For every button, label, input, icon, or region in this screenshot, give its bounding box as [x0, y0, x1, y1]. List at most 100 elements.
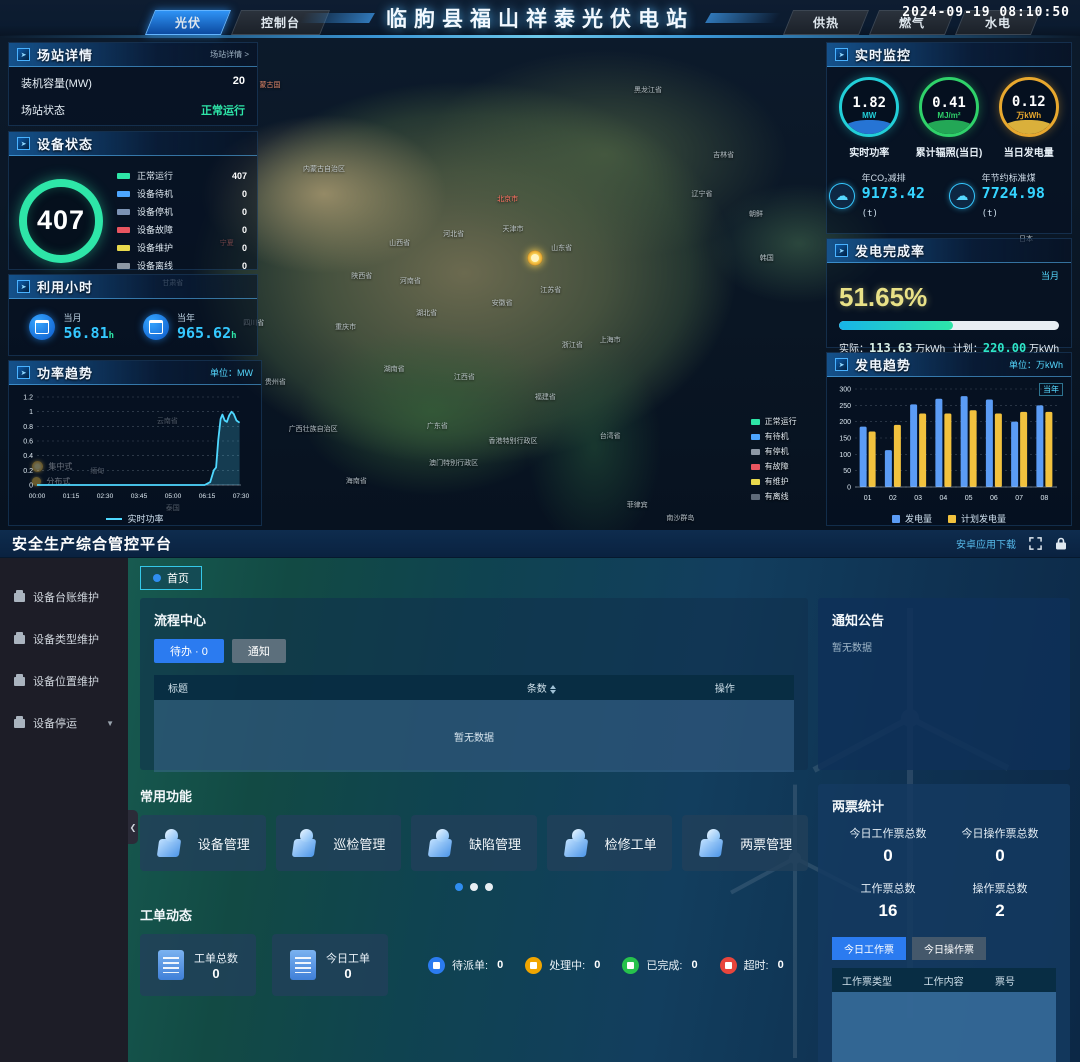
station-sun-marker-icon[interactable]: [527, 250, 543, 266]
status-chip-处理中: 处理中:0: [525, 957, 600, 974]
android-download-link[interactable]: 安卓应用下载: [956, 536, 1016, 551]
tab-home[interactable]: 首页: [140, 566, 202, 590]
map-label-province: 吉林省: [713, 150, 734, 160]
process-tab-通知[interactable]: 通知: [232, 639, 286, 663]
fullscreen-icon[interactable]: [1028, 537, 1042, 551]
status-chip-已完成: 已完成:0: [622, 957, 697, 974]
panel-completion: 发电完成率 当月 51.65% 实际：113.63 万kWh 计划：220.00…: [826, 238, 1072, 348]
chart-legend-item: 计划发电量: [948, 512, 1006, 525]
sidebar-item-设备位置维护[interactable]: 设备位置维护: [0, 664, 128, 698]
map-status-legend-label: 正常运行: [765, 416, 797, 427]
process-empty-state: 暂无数据: [154, 700, 794, 772]
header-tab-光伏[interactable]: 光伏: [145, 10, 231, 35]
ticket-stat-value: 0: [944, 846, 1056, 866]
gauge-label: 累计辐照(当日): [916, 144, 983, 159]
map-label-province: 北京市: [497, 194, 518, 204]
sort-icon[interactable]: [550, 685, 556, 694]
device-legend-item: 设备离线0: [117, 259, 247, 272]
function-card-缺陷管理[interactable]: 缺陷管理: [411, 815, 537, 871]
ticket-stat-今日操作票总数: 今日操作票总数0: [944, 825, 1056, 866]
sidebar-collapse-handle[interactable]: ❮: [128, 810, 138, 844]
process-column-操作[interactable]: 操作: [670, 680, 780, 695]
panel-station-detail: 场站详情 场站详情 > 装机容量(MW)20场站状态正常运行: [8, 42, 258, 126]
map-status-legend-label: 有维护: [765, 476, 789, 487]
process-tab-待办 · 0[interactable]: 待办 · 0: [154, 639, 224, 663]
chart-legend-item: 发电量: [892, 512, 932, 525]
device-legend-item: 设备停机0: [117, 205, 247, 218]
map-status-legend-item: 有维护: [751, 476, 797, 487]
sidebar-item-设备类型维护[interactable]: 设备类型维护: [0, 622, 128, 656]
svg-text:08: 08: [1040, 495, 1048, 502]
carousel-dot-1[interactable]: [455, 883, 463, 891]
completion-percent: 51.65%: [839, 282, 1059, 313]
legend-swatch-icon: [117, 209, 130, 215]
eco-label: 年CO₂减排: [862, 171, 949, 184]
page-title: 临朐县福山祥泰光伏电站: [386, 3, 694, 33]
svg-text:0.8: 0.8: [23, 424, 33, 431]
panel-arrow-icon: [17, 48, 30, 61]
utilization-unit: h: [231, 331, 236, 341]
gauge-ring-icon: 0.41MJ/m²: [919, 77, 979, 137]
device-total-value: 407: [37, 205, 85, 236]
device-legend-value: 0: [242, 261, 247, 271]
panel-generation-trend: 发电趋势 单位：万kWh 当年 050100150200250300010203…: [826, 352, 1072, 526]
sidebar-item-设备停运[interactable]: 设备停运▼: [0, 706, 128, 740]
station-detail-link[interactable]: 场站详情 >: [210, 49, 249, 60]
function-card-检修工单[interactable]: 检修工单: [547, 815, 673, 871]
map-status-legend-item: 有离线: [751, 491, 797, 502]
map-label-province: 重庆市: [335, 322, 356, 332]
process-column-条数[interactable]: 条数: [413, 680, 670, 695]
eco-stat: ☁年节约标准煤7724.98 (t): [949, 171, 1069, 220]
gauge-label: 当日发电量: [1004, 144, 1054, 159]
legend-swatch-icon: [892, 515, 900, 523]
sidebar-item-label: 设备位置维护: [33, 673, 99, 689]
carousel-dot-3[interactable]: [485, 883, 493, 891]
panel-utilization: 利用小时 当月56.81h当年965.62h: [8, 274, 258, 356]
panel-arrow-icon: [835, 48, 848, 61]
panel-arrow-icon: [17, 137, 30, 150]
map-label-province: 贵州省: [265, 377, 286, 387]
document-icon: [290, 950, 316, 980]
generation-trend-title: 发电趋势: [855, 355, 911, 374]
completion-period-tag: 当月: [839, 269, 1059, 282]
panel-arrow-icon: [835, 358, 848, 371]
svg-text:05:00: 05:00: [165, 493, 182, 500]
tickets-card: 两票统计 今日工作票总数0今日操作票总数0工作票总数16操作票总数2 今日工作票…: [818, 784, 1070, 1062]
map-label-province: 陕西省: [351, 271, 372, 281]
carousel-dot-2[interactable]: [470, 883, 478, 891]
ticket-tab-今日操作票[interactable]: 今日操作票: [912, 937, 986, 960]
generation-trend-period-tag[interactable]: 当年: [1039, 383, 1063, 396]
sidebar-item-设备台账维护[interactable]: 设备台账维护: [0, 580, 128, 614]
power-trend-chart: 00.20.40.60.811.200:0001:1502:3003:4505:…: [9, 385, 261, 512]
map-label-province: 辽宁省: [692, 189, 713, 199]
ticket-tab-今日工作票[interactable]: 今日工作票: [832, 937, 906, 960]
workorder-card-今日工单[interactable]: 今日工单0: [272, 934, 388, 996]
cloud-icon: ☁: [949, 183, 975, 209]
gauge-当日发电量: 0.12万kWh当日发电量: [999, 77, 1059, 159]
function-card-label: 设备管理: [198, 834, 250, 853]
function-card-两票管理[interactable]: 两票管理: [682, 815, 808, 871]
utilization-item: 当月56.81h: [29, 311, 114, 342]
map-label-province: 台湾省: [600, 431, 621, 441]
map-label-province: 山西省: [389, 238, 410, 248]
map-label-province: 海南省: [346, 476, 367, 486]
function-card-设备管理[interactable]: 设备管理: [140, 815, 266, 871]
device-legend-label: 设备故障: [137, 223, 173, 236]
process-column-标题[interactable]: 标题: [168, 680, 413, 695]
map-status-legend-item: 有故障: [751, 461, 797, 472]
title-decor-left: [299, 13, 375, 23]
function-card-巡检管理[interactable]: 巡检管理: [276, 815, 402, 871]
map-label-province: 河北省: [443, 229, 464, 239]
device-legend-label: 设备停机: [137, 205, 173, 218]
status-chip-待派单: 待派单:0: [428, 957, 503, 974]
device-legend-value: 0: [242, 225, 247, 235]
utilization-unit: h: [109, 331, 114, 341]
eco-label: 年节约标准煤: [982, 171, 1069, 184]
lock-icon[interactable]: [1054, 537, 1068, 551]
notice-card: 通知公告 暂无数据: [818, 598, 1070, 770]
header-tab-供热[interactable]: 供热: [783, 10, 869, 35]
management-platform: 安全生产综合管控平台 安卓应用下载 设备台账维护设备类型维护设备位置维护设备停运…: [0, 530, 1080, 1062]
workorder-card-工单总数[interactable]: 工单总数0: [140, 934, 256, 996]
map-label-province: 浙江省: [562, 340, 583, 350]
svg-text:05: 05: [965, 495, 973, 502]
